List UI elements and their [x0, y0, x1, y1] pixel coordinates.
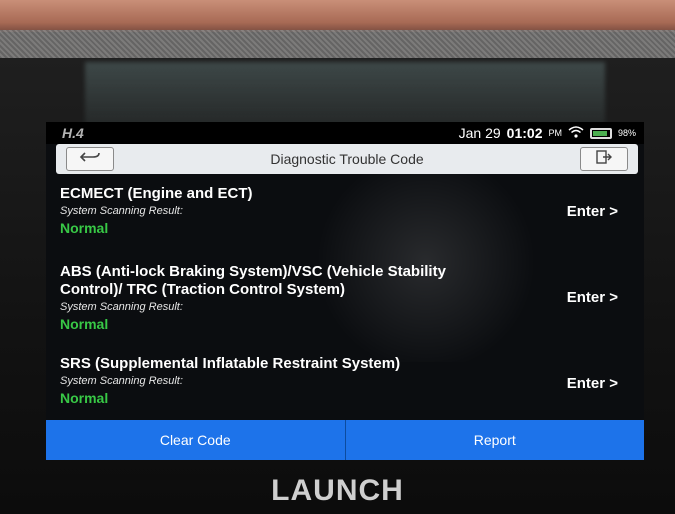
title-bar: Diagnostic Trouble Code — [56, 144, 638, 174]
scan-result-status: Normal — [60, 316, 109, 332]
status-right: Jan 29 01:02 PM 98% — [459, 125, 636, 141]
system-item-srs[interactable]: SRS (Supplemental Inflatable Restraint S… — [60, 355, 630, 406]
clear-code-button[interactable]: Clear Code — [46, 420, 345, 460]
system-name: ECMECT (Engine and ECT) — [60, 185, 253, 202]
enter-button[interactable]: Enter > — [567, 375, 618, 392]
report-button[interactable]: Report — [345, 420, 644, 460]
battery-icon — [589, 127, 612, 139]
enter-button[interactable]: Enter > — [567, 289, 618, 306]
screen: H.4 Jan 29 01:02 PM 98% Diagnostic Troub… — [46, 122, 644, 460]
case-top — [0, 0, 675, 32]
page-title: Diagnostic Trouble Code — [270, 151, 424, 167]
scan-result-label: System Scanning Result: — [60, 375, 183, 387]
exit-icon — [595, 149, 613, 170]
wifi-icon — [568, 125, 584, 141]
bottom-action-bar: Clear Code Report — [46, 420, 644, 460]
status-time: 01:02 — [506, 125, 543, 141]
scan-result-label: System Scanning Result: — [60, 205, 183, 217]
system-list: ECMECT (Engine and ECT) System Scanning … — [46, 177, 644, 423]
brand-logo: LAUNCH — [271, 474, 404, 507]
status-bar: H.4 Jan 29 01:02 PM 98% — [46, 122, 644, 144]
scan-result-status: Normal — [60, 390, 109, 406]
status-left-text: H.4 — [62, 125, 84, 141]
system-item-abs[interactable]: ABS (Anti-lock Braking System)/VSC (Vehi… — [60, 263, 630, 332]
system-name: SRS (Supplemental Inflatable Restraint S… — [60, 355, 401, 372]
status-date: Jan 29 — [458, 125, 501, 141]
exit-button[interactable] — [580, 147, 628, 171]
scan-result-status: Normal — [60, 220, 109, 236]
status-ampm: PM — [548, 128, 562, 138]
scan-result-label: System Scanning Result: — [60, 301, 183, 313]
battery-percent: 98% — [617, 128, 636, 138]
system-item-ecmect[interactable]: ECMECT (Engine and ECT) System Scanning … — [60, 185, 630, 236]
system-name: ABS (Anti-lock Braking System)/VSC (Vehi… — [60, 263, 446, 298]
enter-button[interactable]: Enter > — [567, 203, 618, 220]
